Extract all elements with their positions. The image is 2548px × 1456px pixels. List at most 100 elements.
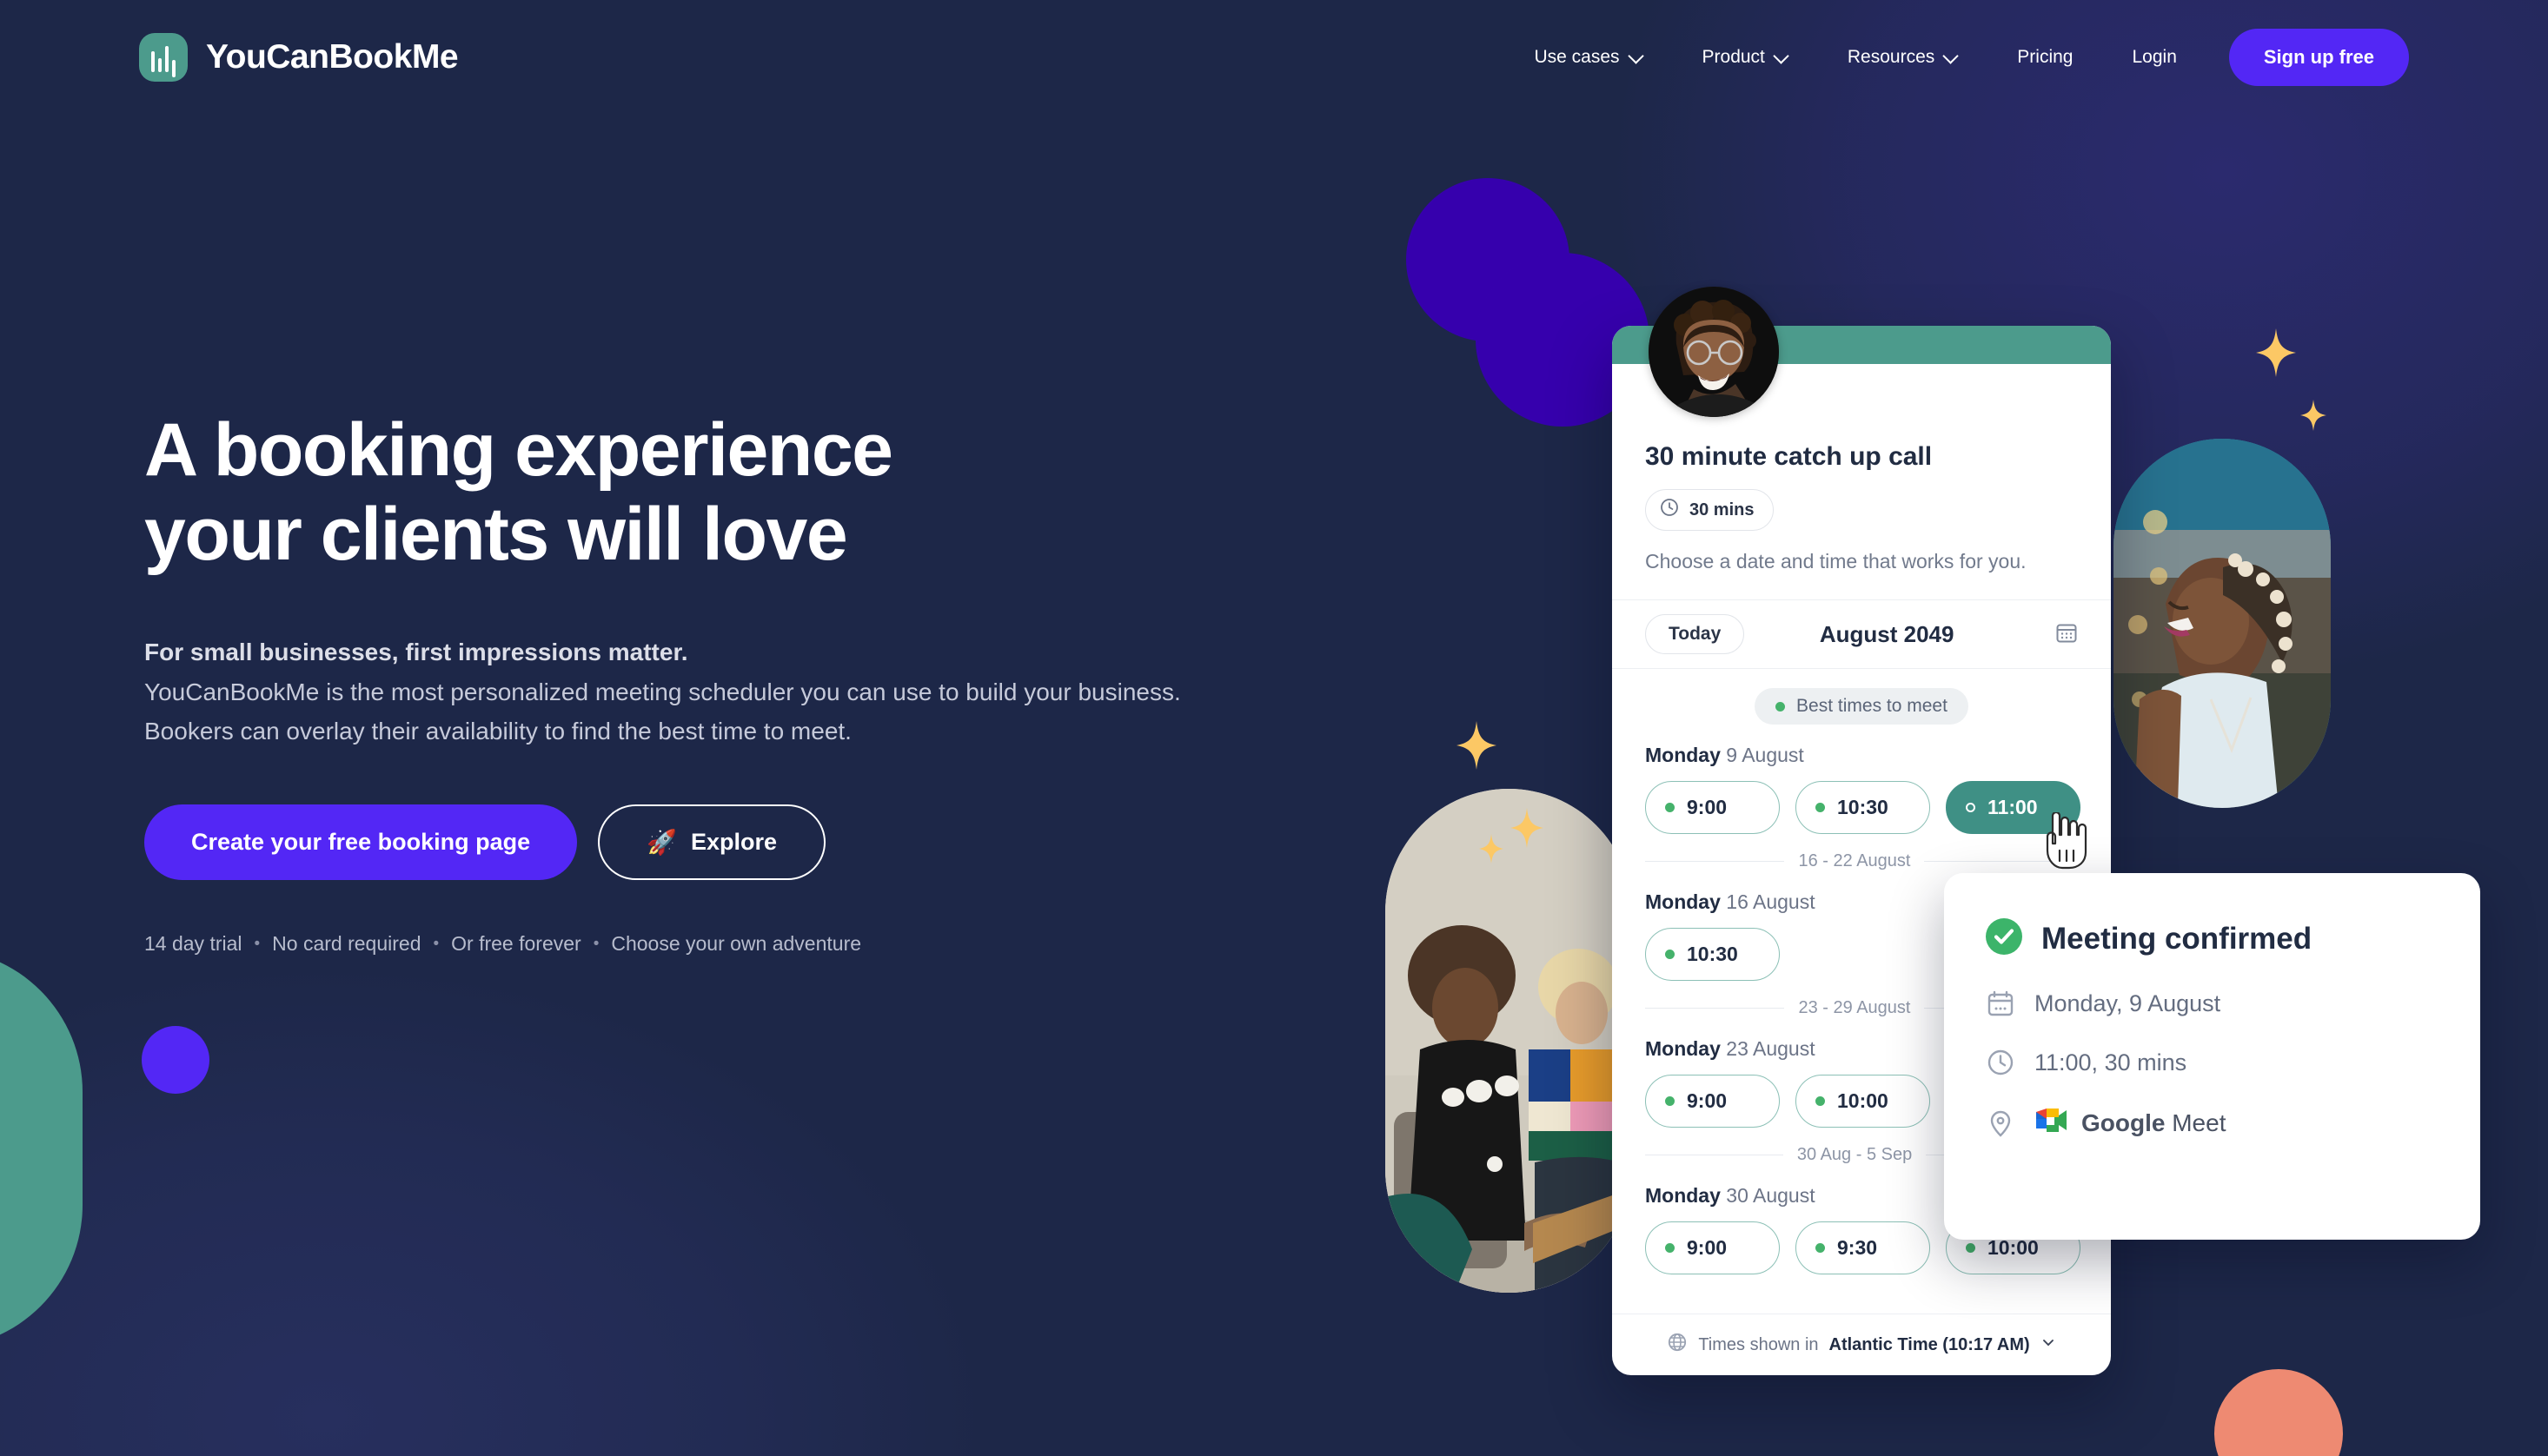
- time-slot-selected[interactable]: 11:00: [1946, 781, 2080, 834]
- brand-name: YouCanBookMe: [206, 38, 459, 76]
- clock-icon: [1986, 1048, 2015, 1077]
- site-header: YouCanBookMe Use cases Product Resources…: [0, 0, 2548, 115]
- explore-label: Explore: [690, 829, 778, 856]
- hero-section: A booking experience your clients will l…: [144, 408, 1274, 956]
- trial-item: Choose your own adventure: [611, 932, 862, 956]
- nav-item-resources[interactable]: Resources: [1818, 35, 1987, 80]
- green-dot-icon: [1665, 803, 1675, 812]
- explore-button[interactable]: 🚀 Explore: [598, 804, 826, 881]
- google-meet-badge: Google Meet: [2034, 1107, 2226, 1140]
- coral-circle-decoration: [2214, 1369, 2343, 1456]
- confirm-time-row: 11:00, 30 mins: [1986, 1048, 2439, 1077]
- trial-separator: •: [433, 934, 440, 953]
- photo-woman-smiling-outdoors: [2113, 439, 2331, 808]
- slot-time: 10:00: [1837, 1089, 1888, 1112]
- time-slot[interactable]: 10:30: [1645, 928, 1780, 981]
- chevron-down-icon: [1944, 49, 1958, 63]
- sign-up-free-button[interactable]: Sign up free: [2228, 29, 2409, 86]
- nav-label: Resources: [1847, 47, 1935, 67]
- green-dot-icon: [1815, 803, 1825, 812]
- duration-label: 30 mins: [1689, 500, 1755, 520]
- nav-item-pricing[interactable]: Pricing: [1987, 35, 2102, 80]
- widget-subtitle: Choose a date and time that works for yo…: [1645, 550, 2027, 572]
- best-times-label: Best times to meet: [1796, 696, 1947, 716]
- month-navigation-bar: Today August 2049: [1612, 599, 2111, 669]
- nav-label: Login: [2132, 47, 2177, 67]
- slot-time: 10:30: [1687, 943, 1738, 965]
- trial-separator: •: [593, 934, 600, 953]
- calendar-icon[interactable]: [2055, 621, 2078, 648]
- timezone-prefix: Times shown in: [1698, 1334, 1819, 1354]
- slot-time: 10:30: [1837, 796, 1888, 818]
- youcanbookme-logo-icon: [139, 33, 188, 82]
- pin-icon: [1986, 1109, 2015, 1138]
- google-meet-icon: [2034, 1107, 2067, 1140]
- google-meet-label: Google Meet: [2081, 1109, 2226, 1137]
- day-weekday: Monday: [1645, 890, 1721, 913]
- slot-time: 9:00: [1687, 1089, 1728, 1112]
- week-divider: 16 - 22 August: [1645, 851, 2078, 871]
- day-date: 9 August: [1726, 744, 1804, 766]
- time-slot[interactable]: 9:00: [1645, 781, 1780, 834]
- time-slot[interactable]: 9:00: [1645, 1075, 1780, 1128]
- confirm-title: Meeting confirmed: [2041, 921, 2312, 956]
- sparkle-icon: [1510, 808, 1543, 848]
- green-dot-icon: [1815, 1096, 1825, 1106]
- confirm-date: Monday, 9 August: [2034, 989, 2221, 1016]
- chevron-down-icon: [1775, 49, 1788, 63]
- main-nav: Use cases Product Resources Pricing Logi…: [1504, 29, 2409, 86]
- calendar-icon: [1986, 989, 2015, 1018]
- green-dot-icon: [1775, 701, 1786, 711]
- day-date: 23 August: [1726, 1037, 1815, 1060]
- best-times-badge: Best times to meet: [1755, 688, 1968, 725]
- day-weekday: Monday: [1645, 1037, 1721, 1060]
- nav-item-product[interactable]: Product: [1673, 35, 1818, 80]
- green-dot-icon: [1665, 950, 1675, 959]
- green-dot-icon: [1966, 1243, 1975, 1253]
- sparkle-icon: [2256, 328, 2296, 377]
- day-weekday: Monday: [1645, 1184, 1721, 1207]
- week-range: 23 - 29 August: [1798, 998, 1911, 1017]
- confirm-time: 11:00, 30 mins: [2034, 1049, 2187, 1075]
- nav-item-use-cases[interactable]: Use cases: [1504, 35, 1672, 80]
- slot-time: 11:00: [1987, 796, 2038, 818]
- slot-time: 9:30: [1837, 1236, 1878, 1259]
- confirm-location-row: Google Meet: [1986, 1107, 2439, 1140]
- hero-lead: For small businesses, first impressions …: [144, 639, 688, 666]
- timezone-bar[interactable]: Times shown in Atlantic Time (10:17 AM): [1612, 1314, 2111, 1375]
- week-range: 16 - 22 August: [1798, 851, 1911, 870]
- slot-time: 10:00: [1987, 1236, 2039, 1259]
- google-brand: Google: [2081, 1109, 2166, 1136]
- ring-dot-icon: [1966, 803, 1975, 812]
- nav-label: Product: [1702, 47, 1765, 67]
- time-slot[interactable]: 10:00: [1795, 1075, 1930, 1128]
- trial-item: 14 day trial: [144, 932, 242, 956]
- slot-row: 9:00 10:30 11:00: [1645, 781, 2080, 834]
- sparkle-icon: [2300, 400, 2326, 431]
- meet-product: Meet: [2172, 1109, 2226, 1136]
- trial-separator: •: [254, 934, 261, 953]
- check-circle-icon: [1986, 918, 2022, 959]
- create-booking-page-button[interactable]: Create your free booking page: [144, 804, 578, 881]
- chevron-down-icon: [1629, 49, 1643, 63]
- trial-item: No card required: [272, 932, 421, 956]
- day-heading: Monday 9 August: [1645, 744, 2078, 767]
- hero-body: YouCanBookMe is the most personalized me…: [144, 678, 1181, 745]
- month-label: August 2049: [1819, 620, 1954, 647]
- sparkle-icon: [1479, 834, 1503, 864]
- duration-badge: 30 mins: [1645, 489, 1775, 531]
- time-slot[interactable]: 10:30: [1795, 781, 1930, 834]
- time-slot[interactable]: 9:00: [1645, 1221, 1780, 1274]
- nav-item-login[interactable]: Login: [2102, 35, 2206, 80]
- nav-label: Pricing: [2017, 47, 2074, 67]
- brand-logo[interactable]: YouCanBookMe: [139, 33, 459, 82]
- day-date: 16 August: [1726, 890, 1815, 913]
- event-title: 30 minute catch up call: [1645, 442, 1933, 471]
- day-date: 30 August: [1726, 1184, 1815, 1207]
- nav-label: Use cases: [1534, 47, 1620, 67]
- confirm-date-row: Monday, 9 August: [1986, 989, 2439, 1018]
- time-slot[interactable]: 9:30: [1795, 1221, 1930, 1274]
- green-dot-icon: [1665, 1243, 1675, 1253]
- globe-icon: [1667, 1332, 1688, 1358]
- trial-info: 14 day trial • No card required • Or fre…: [144, 932, 1274, 956]
